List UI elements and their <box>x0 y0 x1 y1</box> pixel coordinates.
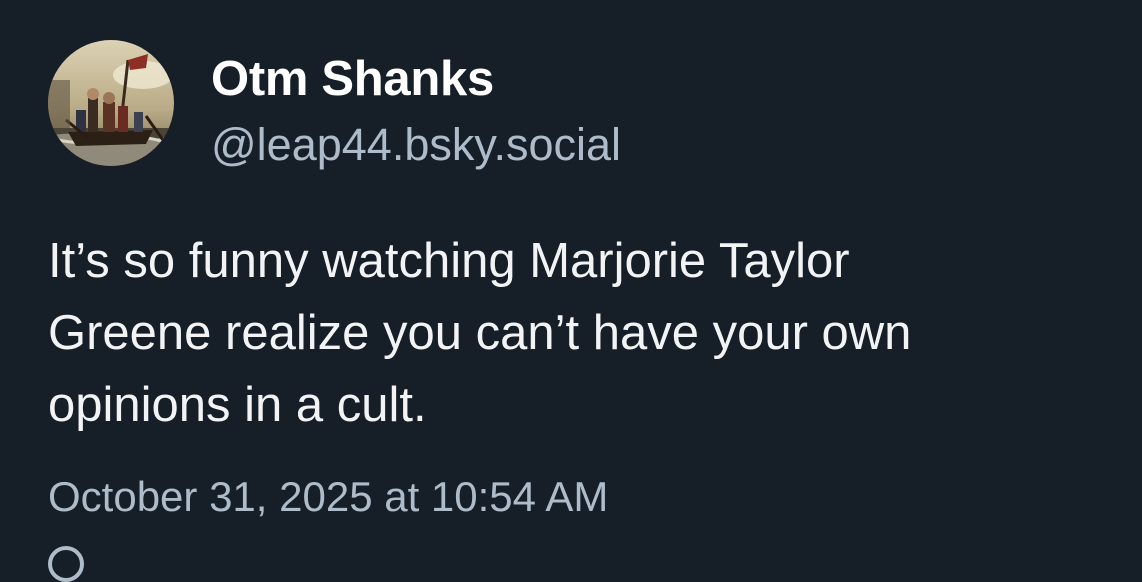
author-names: Otm Shanks @leap44.bsky.social <box>211 40 621 174</box>
author-handle[interactable]: @leap44.bsky.social <box>211 116 621 174</box>
post-text: It’s so funny watching Marjorie Taylor G… <box>48 225 1108 441</box>
post-text-line: Greene realize you can’t have your own <box>48 306 912 360</box>
post-meta-row <box>48 546 102 582</box>
avatar[interactable] <box>48 40 174 166</box>
post-header: Otm Shanks @leap44.bsky.social <box>48 40 621 174</box>
post-timestamp: October 31, 2025 at 10:54 AM <box>48 473 609 520</box>
post: Otm Shanks @leap44.bsky.social It’s so f… <box>0 0 1142 582</box>
globe-icon <box>48 546 84 582</box>
post-text-line: It’s so funny watching Marjorie Taylor <box>48 234 850 288</box>
author-display-name[interactable]: Otm Shanks <box>211 48 621 110</box>
avatar-painting-icon <box>48 40 174 166</box>
post-text-line: opinions in a cult. <box>48 378 427 432</box>
